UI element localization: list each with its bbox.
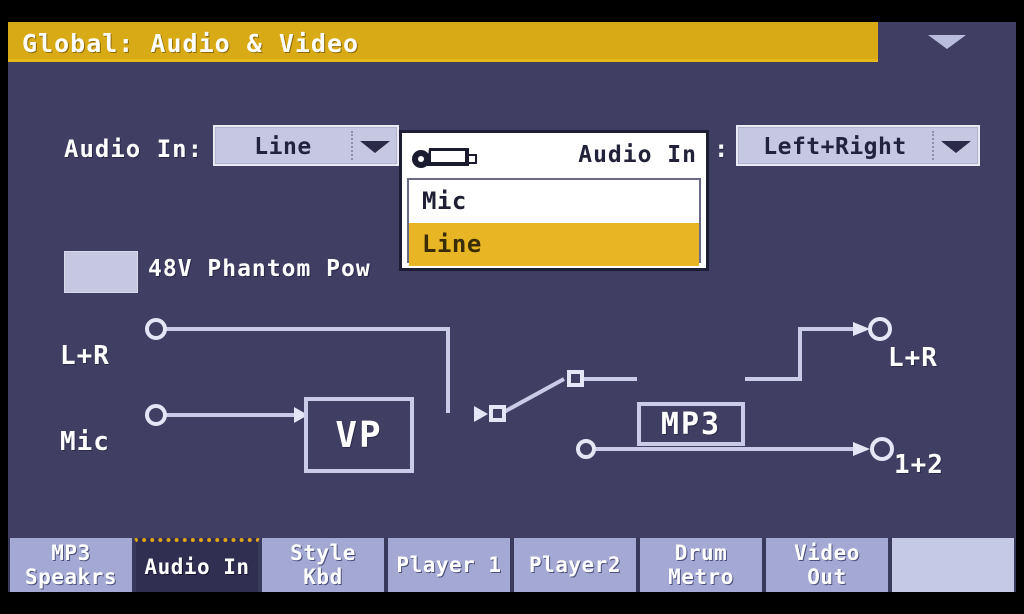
bezel-right (1016, 0, 1024, 614)
tab-label-line2: Kbd (303, 565, 343, 589)
diagram-input-mic-label: Mic (60, 427, 110, 457)
tab-label-line1: Player2 (528, 553, 621, 577)
audio-in-label: Audio In: (64, 135, 204, 163)
title-bar: Global: Audio & Video (8, 22, 1016, 62)
page-menu-button[interactable] (878, 22, 1016, 62)
tab-style-kbd[interactable]: Style Kbd (260, 538, 386, 592)
popup-option-mic[interactable]: Mic (409, 180, 699, 223)
tab-player-1[interactable]: Player 1 (386, 538, 512, 592)
tab-label-line1: Drum (674, 541, 728, 565)
popup-title: Audio In (578, 142, 697, 168)
popup-option-list: Mic Line (407, 178, 701, 266)
audio-in-popup: Audio In Mic Line (399, 130, 709, 271)
audio-in-dropdown-value: Line (254, 134, 312, 160)
work-area: L+R Mic L+R 1+2 VP MP3 Audio In: Line : … (8, 65, 1016, 540)
channel-colon-label: : (714, 135, 730, 163)
tab-label-line2: Metro (668, 565, 734, 589)
diagram-output-12-label: 1+2 (894, 450, 944, 480)
diagram-block-vp: VP (304, 397, 414, 473)
tab-bar: MP3 Speakrs Audio In Style Kbd Player 1 … (8, 538, 1016, 592)
dropdown-separator (351, 131, 353, 160)
chevron-down-icon (928, 35, 966, 49)
tab-player-2[interactable]: Player2 (512, 538, 638, 592)
tab-empty (890, 538, 1016, 592)
chevron-down-icon (941, 141, 971, 153)
tab-mp3-speakrs[interactable]: MP3 Speakrs (8, 538, 134, 592)
diagram-output-lr-label: L+R (888, 343, 938, 373)
lcd-panel: Global: Audio & Video L+R Mic L+R 1+2 VP… (8, 22, 1016, 592)
channel-dropdown[interactable]: Left+Right (736, 125, 980, 166)
popup-header: Audio In (402, 133, 706, 178)
tab-label-line1: Audio In (144, 555, 250, 579)
tab-label-line2: Out (807, 565, 847, 589)
phantom-power-checkbox[interactable] (64, 251, 138, 293)
diagram-block-mp3: MP3 (637, 402, 745, 446)
diagram-input-lr-label: L+R (60, 341, 110, 371)
tab-label-line1: MP3 (51, 541, 91, 565)
tab-video-out[interactable]: Video Out (764, 538, 890, 592)
chevron-down-icon (360, 141, 390, 153)
bezel-bottom (0, 592, 1024, 614)
tab-drum-metro[interactable]: Drum Metro (638, 538, 764, 592)
tab-label-line1: Style (290, 541, 356, 565)
pin-icon[interactable] (411, 144, 483, 168)
tab-label-line1: Player 1 (396, 553, 502, 577)
page-title: Global: Audio & Video (22, 29, 360, 58)
tab-label-line1: Video (794, 541, 860, 565)
device-screen: Global: Audio & Video L+R Mic L+R 1+2 VP… (0, 0, 1024, 614)
bezel-left (0, 0, 8, 614)
phantom-power-label: 48V Phantom Pow (148, 256, 371, 282)
audio-in-dropdown[interactable]: Line (213, 125, 399, 166)
tab-audio-in[interactable]: Audio In (134, 538, 260, 592)
bezel-top (0, 0, 1024, 22)
channel-dropdown-value: Left+Right (763, 134, 907, 160)
tab-label-line2: Speakrs (24, 565, 117, 589)
popup-option-line[interactable]: Line (409, 223, 699, 266)
dropdown-separator (932, 131, 934, 160)
